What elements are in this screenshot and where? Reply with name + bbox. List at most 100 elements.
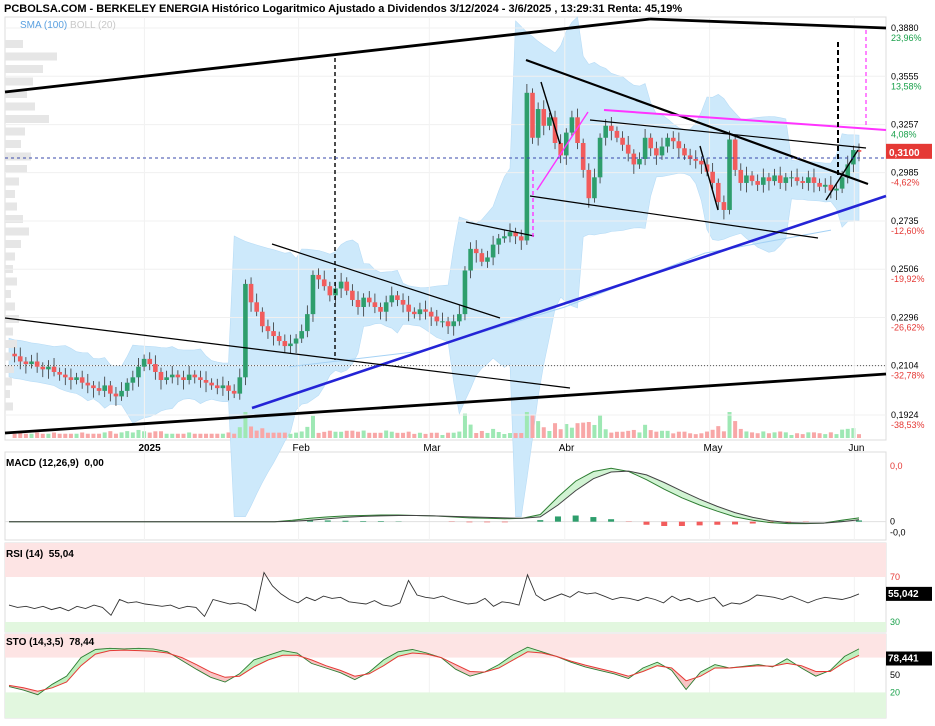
candle-body (648, 137, 654, 149)
volume-bar (569, 427, 574, 438)
percent-tick-label: -38,53% (891, 420, 925, 430)
candle-body (783, 177, 789, 183)
macd-label: MACD (12,26,9) 0,00 (6, 458, 104, 469)
volume-bar (260, 428, 265, 438)
candle (530, 88, 535, 144)
volume-bar (817, 433, 822, 438)
percent-tick-label: -12,60% (891, 226, 925, 236)
candle-body (366, 297, 372, 303)
volume-bar (676, 431, 681, 438)
volume-bar (474, 433, 479, 438)
candle-body (710, 171, 715, 183)
candle-body (727, 139, 732, 210)
volume-bar (519, 433, 524, 438)
candle-body (57, 371, 62, 375)
volume-bar (671, 433, 676, 438)
rsi-tick-label: 70 (890, 572, 900, 582)
candle-body (17, 356, 23, 362)
volume-bar (547, 431, 552, 438)
volume-bar (631, 429, 636, 438)
volume-bar (119, 432, 124, 438)
percent-tick-label: -32,78% (891, 371, 925, 381)
macd-name: MACD (12,26,9) (6, 458, 79, 469)
volume-bar (237, 427, 242, 438)
candle-body (124, 382, 130, 391)
volume-profile-bar (5, 277, 17, 286)
volume-profile-bar (5, 202, 17, 211)
candle-body (693, 158, 699, 161)
macd-tick-label: -0,0 (890, 528, 906, 538)
candle-body (181, 377, 186, 381)
volume-bar (845, 428, 850, 438)
candle-body (789, 177, 794, 179)
sto-oversold-zone (5, 692, 886, 718)
candle-body (479, 253, 485, 262)
candle-body (603, 125, 608, 138)
candle-body (12, 353, 17, 357)
volume-bar (446, 432, 451, 438)
volume-bar (524, 412, 529, 438)
volume-bar (401, 432, 406, 438)
volume-bar (744, 431, 749, 438)
volume-bar (63, 433, 68, 438)
candle-body (237, 377, 243, 394)
macd-histogram-bar (732, 521, 739, 525)
volume-bar (389, 431, 394, 438)
candle-body (153, 364, 158, 372)
volume-bar (74, 433, 79, 438)
candle-body (485, 257, 490, 262)
percent-tick-label: -19,92% (891, 274, 925, 284)
candle-body (136, 366, 141, 378)
volume-bar (823, 434, 828, 438)
macd-tick-label: 0,0 (890, 461, 903, 471)
candle-body (186, 374, 192, 381)
volume-bar (766, 433, 771, 438)
volume-bar (592, 424, 597, 438)
candle-body (209, 382, 214, 386)
volume-bar (406, 431, 411, 438)
candle-body (440, 321, 445, 323)
candle-body (321, 279, 327, 287)
volume-bar (102, 432, 107, 438)
volume-bar (46, 433, 51, 438)
sto-value-label: 78,441 (888, 654, 919, 665)
candle-body (772, 175, 777, 182)
volume-bar (97, 433, 102, 438)
date-tick-label: May (704, 443, 723, 454)
volume-bar (688, 433, 693, 438)
volume-bar (479, 430, 484, 438)
macd-histogram-bar (608, 519, 615, 522)
volume-bar (322, 431, 327, 438)
volume-bar (29, 433, 34, 438)
percent-tick-label: 4,08% (891, 130, 917, 140)
volume-bar (170, 433, 175, 438)
candle-body (108, 385, 113, 394)
candle-body (468, 248, 473, 271)
candle-body (637, 158, 642, 165)
volume-bar (254, 430, 259, 438)
macd-histogram-bar (537, 520, 544, 522)
price-tick-label: 0,3555 (891, 71, 919, 81)
candle-body (423, 309, 428, 312)
candle-body (642, 137, 648, 159)
volume-profile-bar (5, 52, 57, 61)
volume-bar (35, 432, 40, 438)
candle-body (102, 385, 107, 391)
candle-body (659, 146, 665, 156)
candle-body (220, 385, 226, 389)
candle-body (40, 366, 46, 370)
price-tick-label: 0,2296 (891, 312, 919, 322)
volume-bar (12, 433, 17, 438)
macd-histogram-bar (501, 521, 508, 523)
sma-legend: SMA (100) (20, 20, 68, 31)
rsi-label: RSI (14) 55,04 (6, 549, 74, 560)
candle-body (699, 160, 704, 165)
macd-value: 0,00 (84, 458, 104, 469)
volume-bar (558, 429, 563, 438)
volume-bar (395, 432, 400, 438)
candle-body (175, 374, 181, 378)
volume-profile-bar (5, 302, 15, 311)
price-tick-label: 0,2104 (891, 361, 919, 371)
candle-body (445, 321, 451, 327)
volume-bar (367, 432, 372, 438)
